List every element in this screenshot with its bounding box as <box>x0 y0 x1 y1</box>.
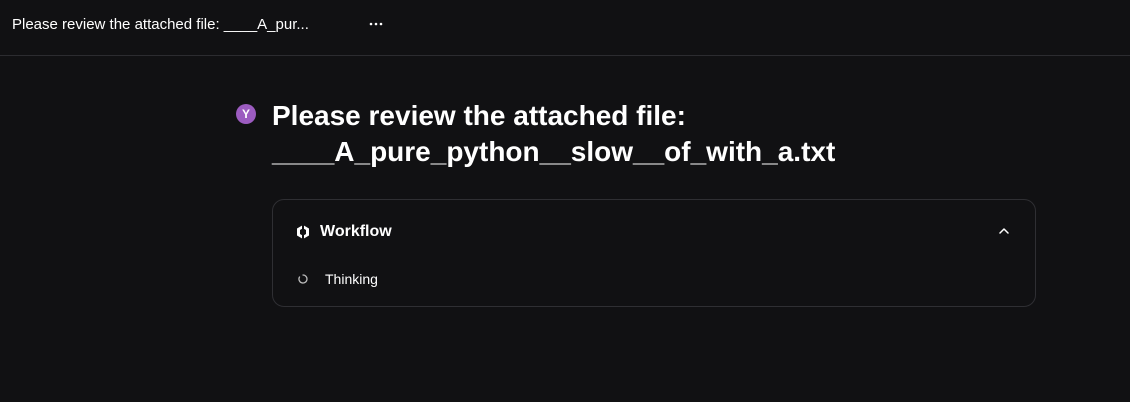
workflow-icon <box>295 224 311 240</box>
top-bar: Please review the attached file: ____A_p… <box>0 0 1130 56</box>
status-row: Thinking <box>297 270 378 288</box>
workflow-card: Workflow Thinking <box>272 199 1036 307</box>
workflow-label: Workflow <box>320 223 392 240</box>
workflow-header[interactable]: Workflow <box>295 222 392 242</box>
status-label: Thinking <box>325 271 378 287</box>
more-options-button[interactable] <box>364 12 388 36</box>
conversation-title[interactable]: Please review the attached file: ____A_p… <box>12 16 309 34</box>
avatar: Y <box>236 104 256 124</box>
message-title: Please review the attached file: ____A_p… <box>272 98 835 170</box>
message-title-line2: ____A_pure_python__slow__of_with_a.txt <box>272 136 836 167</box>
spinner-icon <box>297 273 309 285</box>
collapse-button[interactable] <box>997 224 1011 238</box>
message-title-line1: Please review the attached file: <box>272 100 686 131</box>
chevron-up-icon <box>999 228 1009 234</box>
more-horizontal-icon <box>369 22 383 26</box>
